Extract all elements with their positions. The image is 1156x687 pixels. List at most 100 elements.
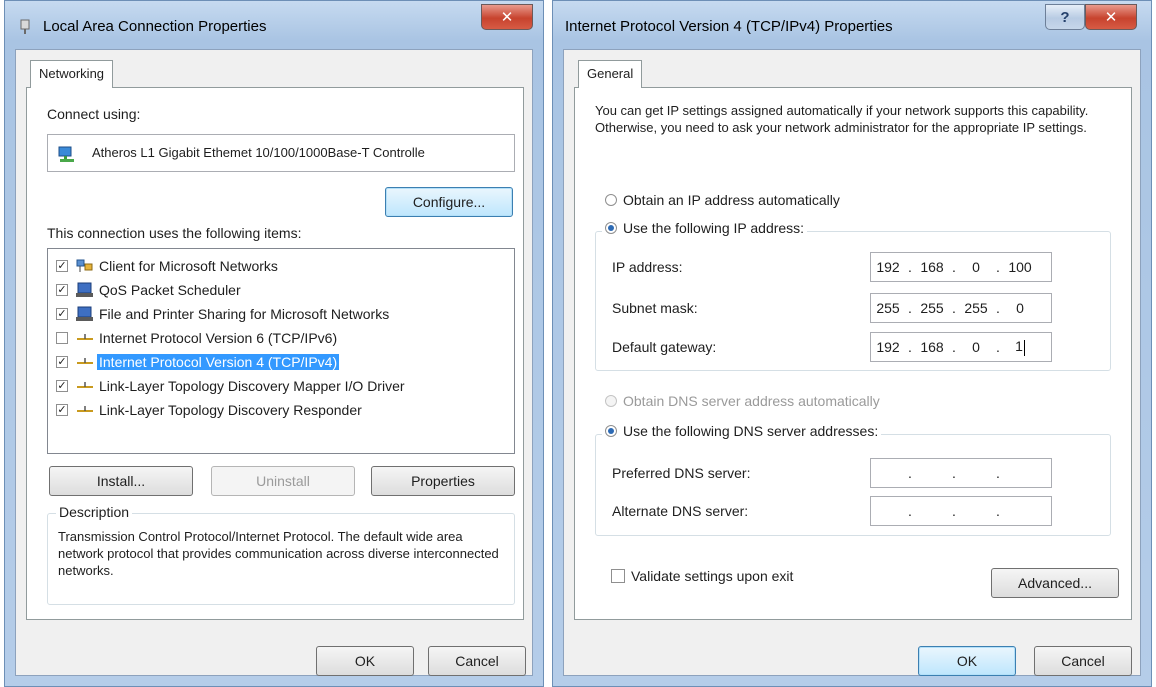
close-button[interactable]: ✕	[1085, 4, 1137, 30]
properties-button[interactable]: Properties	[371, 466, 515, 496]
subnet-mask-input[interactable]: 255. 255. 255. 0	[870, 293, 1052, 323]
radio-obtain-dns-auto[interactable]	[605, 395, 617, 407]
ip-address-input[interactable]: 192. 168. 0. 100	[870, 252, 1052, 282]
description-label: Description	[56, 504, 133, 520]
item-label: QoS Packet Scheduler	[99, 282, 241, 298]
cancel-button[interactable]: Cancel	[428, 646, 526, 676]
use-following-dns-option[interactable]: Use the following DNS server addresses:	[602, 423, 882, 439]
obtain-dns-auto-label: Obtain DNS server address automatically	[623, 393, 880, 409]
adapter-name: Atheros L1 Gigabit Ethemet 10/100/1000Ba…	[92, 145, 425, 160]
network-service-icon	[76, 306, 93, 321]
networking-panel: Connect using: Atheros L1 Gigabit Etheme…	[26, 87, 524, 620]
close-icon: ✕	[500, 9, 514, 26]
network-client-icon	[76, 259, 93, 272]
default-gateway-input[interactable]: 192. 168. 0. 1	[870, 332, 1052, 362]
description-group: Description Transmission Control Protoco…	[47, 504, 515, 605]
adapter-field: Atheros L1 Gigabit Ethemet 10/100/1000Ba…	[47, 134, 515, 172]
checkbox-checked[interactable]: ✓	[56, 380, 68, 392]
radio-use-following-dns[interactable]	[605, 425, 617, 437]
checkbox-checked[interactable]: ✓	[56, 284, 68, 296]
install-button[interactable]: Install...	[49, 466, 193, 496]
checkbox-checked[interactable]: ✓	[56, 308, 68, 320]
item-label: File and Printer Sharing for Microsoft N…	[99, 306, 390, 322]
alternate-dns-input[interactable]: ...	[870, 496, 1052, 526]
ip-address-label: IP address:	[612, 259, 683, 275]
octet: 1	[1015, 338, 1023, 355]
advanced-button[interactable]: Advanced...	[991, 568, 1119, 598]
dns-server-group: Use the following DNS server addresses: …	[595, 423, 1111, 536]
octet: 0	[1016, 300, 1024, 316]
octet: 255	[964, 300, 988, 316]
use-following-ip-label: Use the following IP address:	[623, 220, 805, 236]
item-label: Link-Layer Topology Discovery Responder	[99, 402, 362, 418]
use-following-ip-option[interactable]: Use the following IP address:	[602, 220, 808, 236]
validate-settings-option[interactable]: Validate settings upon exit	[611, 568, 793, 584]
octet: 168	[920, 259, 944, 275]
checkbox-checked[interactable]: ✓	[56, 260, 68, 272]
cancel-button[interactable]: Cancel	[1034, 646, 1132, 676]
use-following-dns-label: Use the following DNS server addresses:	[623, 423, 879, 439]
item-label: Internet Protocol Version 6 (TCP/IPv6)	[99, 330, 338, 346]
ok-button[interactable]: OK	[918, 646, 1016, 676]
preferred-dns-label: Preferred DNS server:	[612, 465, 751, 481]
ip-address-group: Use the following IP address: IP address…	[595, 220, 1111, 371]
octet: 192	[876, 259, 900, 275]
octet: 168	[920, 339, 944, 355]
title-bar: Local Area Connection Properties ✕	[5, 1, 543, 49]
obtain-ip-auto-option[interactable]: Obtain an IP address automatically	[605, 192, 840, 208]
title-bar: Internet Protocol Version 4 (TCP/IPv4) P…	[553, 1, 1151, 49]
intro-text: You can get IP settings assigned automat…	[595, 103, 1089, 135]
dialog-client-area: General You can get IP settings assigned…	[563, 49, 1141, 676]
list-item-lltd-mapper[interactable]: ✓ Link-Layer Topology Discovery Mapper I…	[56, 375, 407, 397]
window-title: Local Area Connection Properties	[43, 18, 267, 35]
text-caret	[1023, 339, 1025, 356]
checkbox-checked[interactable]: ✓	[56, 356, 68, 368]
local-area-connection-properties-window: Local Area Connection Properties ✕ Netwo…	[4, 0, 544, 687]
octet: 192	[876, 339, 900, 355]
list-item-file-and-printer-sharing[interactable]: ✓ File and Printer Sharing for Microsoft…	[56, 303, 391, 325]
octet: 0	[972, 259, 980, 275]
components-list[interactable]: ✓ Client for Microsoft Networks ✓ QoS Pa…	[47, 248, 515, 454]
octet: 0	[972, 339, 980, 355]
general-panel: You can get IP settings assigned automat…	[574, 87, 1132, 620]
checkbox-unchecked[interactable]	[56, 332, 68, 344]
ok-button[interactable]: OK	[316, 646, 414, 676]
tcp-ipv4-properties-window: Internet Protocol Version 4 (TCP/IPv4) P…	[552, 0, 1152, 687]
obtain-dns-auto-option[interactable]: Obtain DNS server address automatically	[605, 393, 880, 409]
radio-obtain-ip-auto[interactable]	[605, 194, 617, 206]
list-item-qos-packet-scheduler[interactable]: ✓ QoS Packet Scheduler	[56, 279, 243, 301]
items-label: This connection uses the following items…	[47, 225, 302, 241]
connect-using-label: Connect using:	[47, 106, 141, 122]
uninstall-button[interactable]: Uninstall	[211, 466, 355, 496]
help-icon: ?	[1060, 8, 1070, 26]
tab-networking[interactable]: Networking	[30, 60, 114, 88]
tab-general[interactable]: General	[578, 60, 643, 88]
list-item-tcp-ipv6[interactable]: Internet Protocol Version 6 (TCP/IPv6)	[56, 327, 339, 349]
checkbox-checked[interactable]: ✓	[56, 404, 68, 416]
preferred-dns-input[interactable]: ...	[870, 458, 1052, 488]
radio-use-following-ip[interactable]	[605, 222, 617, 234]
item-label: Internet Protocol Version 4 (TCP/IPv4)	[97, 354, 340, 370]
item-label: Client for Microsoft Networks	[99, 258, 278, 274]
protocol-icon	[77, 334, 93, 340]
octet: 255	[876, 300, 900, 316]
validate-checkbox[interactable]	[611, 569, 625, 583]
dialog-client-area: Networking Connect using: Atheros L1 Gig…	[15, 49, 533, 676]
list-item-client-for-microsoft-networks[interactable]: ✓ Client for Microsoft Networks	[56, 255, 280, 277]
alternate-dns-label: Alternate DNS server:	[612, 503, 749, 519]
list-item-lltd-responder[interactable]: ✓ Link-Layer Topology Discovery Responde…	[56, 399, 364, 421]
protocol-icon	[77, 382, 93, 388]
octet: 100	[1008, 259, 1032, 275]
help-button[interactable]: ?	[1045, 4, 1085, 30]
window-title: Internet Protocol Version 4 (TCP/IPv4) P…	[565, 18, 893, 35]
close-icon: ✕	[1104, 9, 1118, 26]
validate-label: Validate settings upon exit	[631, 568, 794, 584]
obtain-ip-auto-label: Obtain an IP address automatically	[623, 192, 840, 208]
protocol-icon	[77, 406, 93, 412]
octet: 255	[920, 300, 944, 316]
protocol-icon	[77, 358, 93, 364]
list-item-tcp-ipv4[interactable]: ✓ Internet Protocol Version 4 (TCP/IPv4)	[56, 351, 340, 373]
configure-button[interactable]: Configure...	[385, 187, 513, 217]
network-service-icon	[76, 282, 93, 297]
close-button[interactable]: ✕	[481, 4, 533, 30]
